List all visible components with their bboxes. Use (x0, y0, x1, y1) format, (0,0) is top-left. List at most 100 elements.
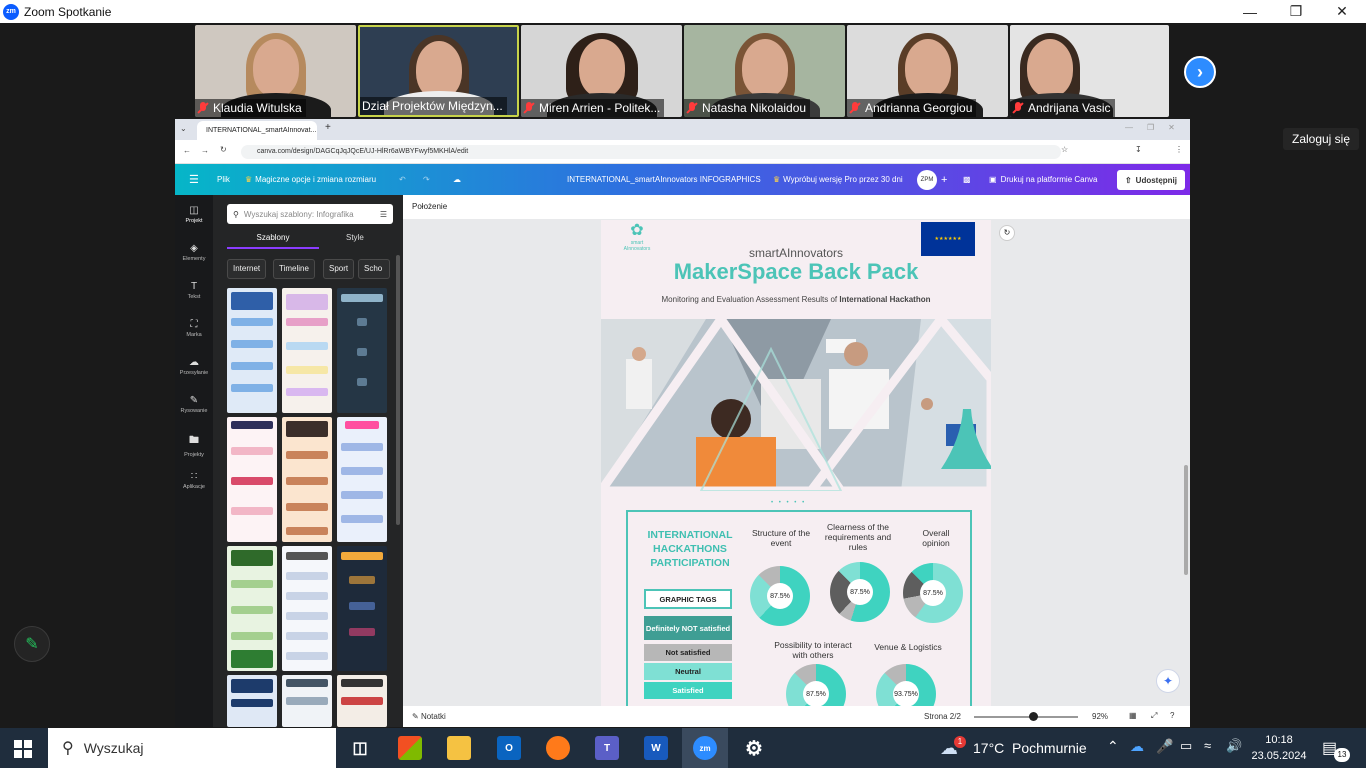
tab-templates[interactable]: Szablony (227, 233, 319, 249)
battery-icon[interactable]: ▭ (1180, 738, 1192, 754)
url-field[interactable]: canva.com/design/DAGCqJqJQcE/UJ-HlRr6aWB… (241, 145, 1061, 159)
settings-gear-icon[interactable]: ⚙ (742, 736, 766, 760)
template-thumbnail[interactable] (337, 417, 387, 542)
bookmark-star-icon[interactable]: ☆ (1061, 145, 1068, 154)
rail-item-uploads[interactable]: ☁ Przesyłanie (175, 357, 213, 376)
chevron-up-icon[interactable]: ⌃ (1107, 738, 1119, 755)
zoom-taskbar-icon[interactable]: zm (693, 736, 717, 760)
magic-assistant-icon[interactable]: ✦ (1156, 669, 1180, 693)
outlook-icon[interactable]: O (497, 736, 521, 760)
template-thumbnail[interactable] (227, 417, 277, 542)
word-icon[interactable]: W (644, 736, 668, 760)
filter-chip[interactable]: Sport (323, 259, 355, 279)
zoom-slider-handle[interactable] (1029, 712, 1038, 721)
template-thumbnail[interactable] (282, 675, 332, 727)
analytics-icon[interactable]: ▩ (963, 164, 971, 195)
forward-icon[interactable]: → (201, 146, 209, 155)
volume-icon[interactable]: 🔊 (1226, 738, 1242, 754)
participant-tile[interactable]: Klaudia Witulska (195, 25, 356, 117)
filter-chip[interactable]: Timeline (273, 259, 315, 279)
maximize-button[interactable]: ❐ (1273, 0, 1319, 23)
infographic-page[interactable]: ✿ smart AInnovators ★★★★★★ smartAInnovat… (601, 220, 991, 708)
participant-tile[interactable]: Natasha Nikolaidou (684, 25, 845, 117)
document-title[interactable]: INTERNATIONAL_smartAInnovators INFOGRAPH… (567, 164, 761, 195)
new-tab-button[interactable]: + (325, 122, 331, 133)
template-thumbnail[interactable] (227, 675, 277, 727)
teams-icon[interactable]: T (595, 736, 619, 760)
template-search-input[interactable]: ⚲ Wyszukaj szablony: Infografika ☰ (227, 204, 393, 224)
weather-description[interactable]: Pochmurnie (1012, 740, 1087, 756)
back-icon[interactable]: ← (183, 146, 191, 155)
rail-item-text[interactable]: T Tekst (175, 281, 213, 300)
filter-chip[interactable]: Scho (358, 259, 390, 279)
weather-temperature[interactable]: 17°C (973, 740, 1004, 756)
microsoft-store-icon[interactable] (398, 736, 422, 760)
add-collaborator-button[interactable]: + (941, 164, 947, 195)
participant-tile[interactable]: Miren Arrien - Politek... (521, 25, 682, 117)
fullscreen-icon[interactable]: ⤢ (1151, 711, 1157, 721)
page-indicator[interactable]: Strona 2/2 (924, 712, 961, 721)
tab-close-icon[interactable]: ✕ (316, 127, 317, 135)
rail-item-brand[interactable]: ⛶ Marka (175, 319, 213, 338)
tab-styles[interactable]: Style (346, 233, 364, 242)
notes-button[interactable]: ✎ Notatki (412, 712, 446, 721)
task-view-icon[interactable]: ◫ (348, 736, 372, 760)
minimize-button[interactable]: — (1227, 0, 1273, 23)
magic-resize-button[interactable]: ♛ Magiczne opcje i zmiana rozmiaru (245, 164, 376, 195)
tab-list-icon[interactable]: ⌄ (180, 124, 187, 133)
canvas-scrollbar[interactable] (1184, 465, 1188, 575)
panel-scrollbar[interactable] (396, 255, 400, 525)
download-icon[interactable]: ↧ (1135, 145, 1142, 154)
participant-tile[interactable]: Andrianna Georgiou (847, 25, 1008, 117)
zoom-level[interactable]: 92% (1092, 712, 1108, 721)
print-button[interactable]: ▣ Drukuj na platformie Canva (989, 164, 1098, 195)
microphone-icon[interactable]: 🎤 (1156, 738, 1173, 755)
close-button[interactable]: ✕ (1319, 0, 1365, 23)
taskbar-search-input[interactable]: ⚲ Wyszukaj (48, 728, 336, 768)
file-menu[interactable]: Plik (217, 164, 230, 195)
help-icon[interactable]: ? (1170, 711, 1174, 720)
template-thumbnail[interactable] (282, 288, 332, 413)
template-thumbnail[interactable] (227, 288, 277, 413)
rail-item-apps[interactable]: ∷ Aplikacje (175, 471, 213, 490)
avatar[interactable]: ZPM (917, 164, 937, 195)
windows-start-icon[interactable] (14, 740, 32, 758)
file-explorer-icon[interactable] (447, 736, 471, 760)
firefox-icon[interactable] (546, 736, 570, 760)
sign-in-button[interactable]: Zaloguj się (1283, 128, 1359, 150)
participant-tile[interactable]: Andrijana Vasic (1010, 25, 1169, 117)
template-thumbnail[interactable] (227, 546, 277, 671)
template-thumbnail[interactable] (337, 675, 387, 727)
browser-menu-icon[interactable]: ⋮ (1175, 145, 1183, 154)
menu-icon[interactable]: ☰ (189, 164, 199, 195)
rail-item-projects[interactable]: 🖿 Projekty (175, 433, 213, 458)
rail-item-draw[interactable]: ✎ Rysowanie (175, 395, 213, 414)
draw-icon: ✎ (189, 395, 199, 406)
rotate-handle-icon[interactable]: ↻ (999, 225, 1015, 241)
wifi-icon[interactable]: ≈ (1204, 738, 1211, 753)
grid-view-icon[interactable]: ▦ (1129, 711, 1137, 720)
onedrive-cloud-icon[interactable]: ☁ (1130, 738, 1144, 755)
browser-tab[interactable]: INTERNATIONAL_smartAInnovat... ✕ (197, 121, 317, 140)
template-thumbnail[interactable] (282, 417, 332, 542)
participant-tile[interactable]: Dział Projektów Międzyn... (358, 25, 519, 117)
next-page-button[interactable]: › (1184, 56, 1216, 88)
zoom-slider[interactable] (974, 716, 1078, 718)
share-button[interactable]: ⇧ Udostępnij (1117, 170, 1185, 190)
reload-icon[interactable]: ↻ (220, 145, 227, 154)
clock[interactable]: 10:18 23.05.2024 (1248, 732, 1310, 764)
results-panel: INTERNATIONAL HACKATHONS PARTICIPATION G… (626, 510, 972, 708)
position-button[interactable]: Położenie (412, 202, 447, 211)
rail-item-elements[interactable]: ◈ Elementy (175, 243, 213, 262)
template-thumbnail[interactable] (337, 546, 387, 671)
filter-chip[interactable]: Internet (227, 259, 267, 279)
template-thumbnail[interactable] (282, 546, 332, 671)
rail-item-project[interactable]: ◫ Projekt (175, 205, 213, 224)
template-thumbnail[interactable] (337, 288, 387, 413)
annotate-pen-icon[interactable]: ✎ (14, 626, 50, 662)
legend-tag: Neutral (644, 663, 732, 680)
redo-icon[interactable]: ↷ (423, 164, 430, 195)
browser-window-controls[interactable]: —❐✕ (1125, 123, 1189, 132)
undo-icon[interactable]: ↶ (399, 164, 406, 195)
pro-trial-button[interactable]: ♛ Wypróbuj wersję Pro przez 30 dni (773, 164, 903, 195)
